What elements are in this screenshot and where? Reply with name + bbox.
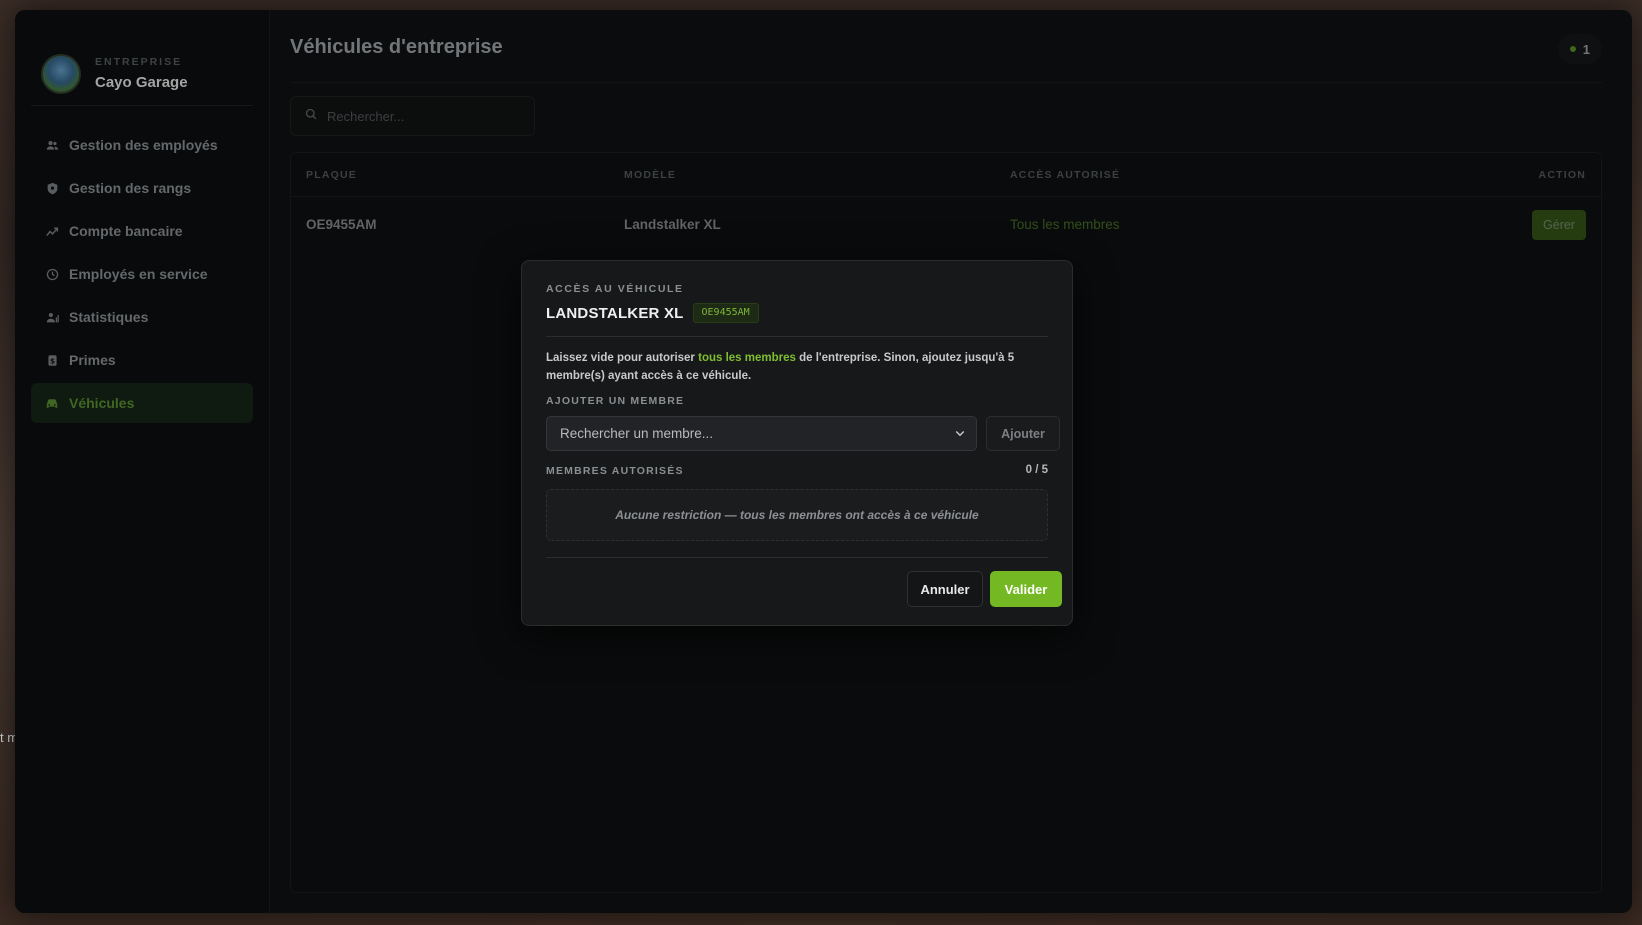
validate-button[interactable]: Valider — [990, 571, 1062, 607]
authorized-members-label: MEMBRES AUTORISÉS — [546, 465, 684, 477]
desc-before: Laissez vide pour autoriser — [546, 352, 699, 364]
modal-eyebrow: ACCÈS AU VÉHICULE — [546, 283, 684, 295]
authorized-count: 0 / 5 — [1025, 464, 1048, 476]
modal-title: LANDSTALKER XL — [546, 304, 684, 322]
member-select-placeholder: Rechercher un membre... — [560, 426, 714, 441]
member-select[interactable]: Rechercher un membre... — [546, 416, 977, 451]
modal-divider — [546, 336, 1048, 337]
chevron-down-icon — [954, 427, 966, 442]
desc-highlight: tous les membres — [698, 352, 796, 364]
add-member-label: AJOUTER UN MEMBRE — [546, 395, 685, 407]
cancel-button[interactable]: Annuler — [907, 571, 983, 607]
modal-description: Laissez vide pour autoriser tous les mem… — [546, 349, 1032, 385]
empty-message: Aucune restriction — tous les membres on… — [615, 508, 979, 522]
authorized-members-empty: Aucune restriction — tous les membres on… — [546, 489, 1048, 541]
vehicle-access-modal: ACCÈS AU VÉHICULE LANDSTALKER XL OE9455A… — [521, 260, 1073, 626]
add-member-button[interactable]: Ajouter — [986, 416, 1060, 451]
modal-title-row: LANDSTALKER XL OE9455AM — [546, 303, 759, 323]
modal-footer-divider — [546, 557, 1048, 558]
plate-badge: OE9455AM — [692, 303, 759, 323]
